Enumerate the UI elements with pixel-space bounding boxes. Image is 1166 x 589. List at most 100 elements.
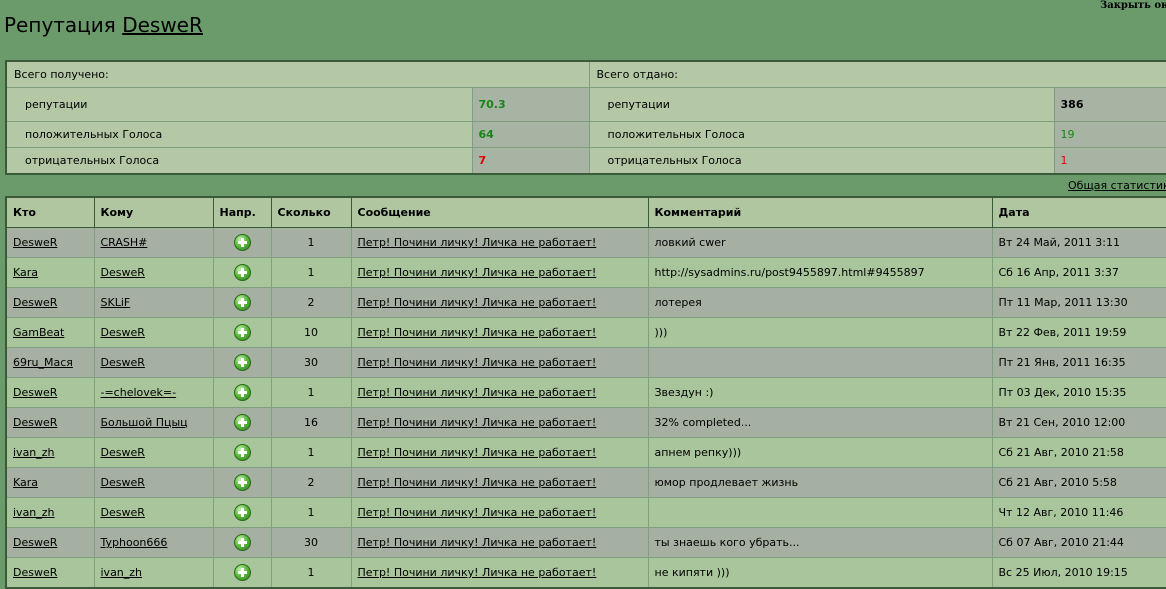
row-direction-cell [212, 407, 272, 438]
from-user-link[interactable]: Kara [13, 476, 38, 489]
row-direction-cell [212, 437, 272, 468]
to-user-link[interactable]: ivan_zh [101, 566, 143, 579]
from-user-link[interactable]: 69ru_Мася [13, 356, 73, 369]
row-message-cell: Петр! Почини личку! Личка не работает! [350, 317, 649, 348]
table-row: 69ru_Мася DesweR 30 Петр! Почини личку! Лич… [5, 347, 1166, 378]
from-user-link[interactable]: GamBeat [13, 326, 64, 339]
table-row: GamBeat DesweR 10 Петр! Почини личку! Личка… [5, 317, 1166, 348]
row-amount: 16 [270, 407, 352, 438]
general-stats-link[interactable]: Общая статистика [1068, 179, 1166, 192]
row-to-cell: DesweR [93, 317, 214, 348]
to-user-link[interactable]: DesweR [101, 446, 145, 459]
from-user-link[interactable]: DesweR [13, 296, 57, 309]
message-link[interactable]: Петр! Почини личку! Личка не работает! [358, 506, 597, 519]
row-to-cell: Typhoon666 [93, 527, 214, 558]
to-user-link[interactable]: DesweR [101, 506, 145, 519]
row-from-cell: Kara [5, 257, 95, 288]
row-to-cell: Большой Пцыц [93, 407, 214, 438]
from-user-link[interactable]: DesweR [13, 566, 57, 579]
row-from-cell: ivan_zh [5, 497, 95, 528]
from-user-link[interactable]: DesweR [13, 236, 57, 249]
given-header: Всего отдано: [588, 60, 1166, 88]
column-header-date[interactable]: Дата [991, 196, 1166, 228]
row-message-cell: Петр! Почини личку! Личка не работает! [350, 407, 649, 438]
row-message-cell: Петр! Почини личку! Личка не работает! [350, 437, 649, 468]
plus-icon [233, 534, 251, 551]
row-to-cell: CRASH# [93, 227, 214, 258]
received-reputation-label: репутации [5, 87, 473, 122]
message-link[interactable]: Петр! Почини личку! Личка не работает! [358, 416, 597, 429]
table-row: DesweR CRASH# 1 Петр! Почини личку! Личка н… [5, 227, 1166, 258]
row-comment [647, 347, 993, 378]
row-message-cell: Петр! Почини личку! Личка не работает! [350, 347, 649, 378]
given-negative-label: отрицательных Голоса [588, 147, 1055, 174]
to-user-link[interactable]: Большой Пцыц [101, 416, 188, 429]
message-link[interactable]: Петр! Почини личку! Личка не работает! [358, 536, 597, 549]
row-comment: Звездун :) [647, 377, 993, 408]
row-from-cell: GamBeat [5, 317, 95, 348]
row-amount: 1 [270, 497, 352, 528]
plus-icon [233, 504, 251, 521]
to-user-link[interactable]: -=chelovek=- [101, 386, 177, 399]
from-user-link[interactable]: DesweR [13, 416, 57, 429]
table-row: Kara DesweR 1 Петр! Почини личку! Личка не … [5, 257, 1166, 288]
row-comment: юмор продлевает жизнь [647, 467, 993, 498]
row-date: Пт 21 Янв, 2011 16:35 [991, 347, 1166, 378]
row-from-cell: DesweR [5, 377, 95, 408]
row-amount: 2 [270, 287, 352, 318]
row-direction-cell [212, 377, 272, 408]
row-from-cell: DesweR [5, 287, 95, 318]
column-header-comment[interactable]: Комментарий [647, 196, 993, 228]
from-user-link[interactable]: DesweR [13, 536, 57, 549]
table-row: DesweR Большой Пцыц 16 Петр! Почини личку! … [5, 407, 1166, 438]
profile-user-link[interactable]: DesweR [122, 13, 203, 37]
to-user-link[interactable]: DesweR [101, 356, 145, 369]
to-user-link[interactable]: Typhoon666 [101, 536, 168, 549]
page-title-prefix: Репутация [4, 13, 116, 37]
table-row: DesweR SKLiF 2 Петр! Почини личку! Личка не… [5, 287, 1166, 318]
row-from-cell: 69ru_Мася [5, 347, 95, 378]
table-row: DesweR Typhoon666 30 Петр! Почини личку! Ли… [5, 527, 1166, 558]
from-user-link[interactable]: DesweR [13, 386, 57, 399]
close-window-link[interactable]: Закрыть окно [1100, 0, 1166, 11]
row-message-cell: Петр! Почини личку! Личка не работает! [350, 287, 649, 318]
row-to-cell: DesweR [93, 257, 214, 288]
message-link[interactable]: Петр! Почини личку! Личка не работает! [358, 386, 597, 399]
from-user-link[interactable]: ivan_zh [13, 506, 55, 519]
message-link[interactable]: Петр! Почини личку! Личка не работает! [358, 566, 597, 579]
from-user-link[interactable]: Kara [13, 266, 38, 279]
to-user-link[interactable]: SKLiF [101, 296, 131, 309]
to-user-link[interactable]: CRASH# [101, 236, 148, 249]
message-link[interactable]: Петр! Почини личку! Личка не работает! [358, 476, 597, 489]
given-reputation-value: 386 [1053, 87, 1166, 122]
message-link[interactable]: Петр! Почини личку! Личка не работает! [358, 236, 597, 249]
column-header-message[interactable]: Сообщение [350, 196, 649, 228]
plus-icon [233, 264, 251, 281]
row-amount: 30 [270, 527, 352, 558]
message-link[interactable]: Петр! Почини личку! Личка не работает! [358, 266, 597, 279]
row-comment: апнем репку))) [647, 437, 993, 468]
column-header-amount[interactable]: Сколько [270, 196, 352, 228]
to-user-link[interactable]: DesweR [101, 266, 145, 279]
row-amount: 1 [270, 437, 352, 468]
from-user-link[interactable]: ivan_zh [13, 446, 55, 459]
plus-icon [233, 474, 251, 491]
row-from-cell: Kara [5, 467, 95, 498]
row-message-cell: Петр! Почини личку! Личка не работает! [350, 557, 649, 589]
table-row: DesweR ivan_zh 1 Петр! Почини личку! Личка … [5, 557, 1166, 589]
row-amount: 1 [270, 377, 352, 408]
given-positive-label: положительных Голоса [588, 121, 1055, 148]
message-link[interactable]: Петр! Почини личку! Личка не работает! [358, 446, 597, 459]
column-header-direction[interactable]: Напр. [212, 196, 272, 228]
row-direction-cell [212, 527, 272, 558]
message-link[interactable]: Петр! Почини личку! Личка не работает! [358, 356, 597, 369]
row-comment: лотерея [647, 287, 993, 318]
to-user-link[interactable]: DesweR [101, 476, 145, 489]
column-header-from[interactable]: Кто [5, 196, 95, 228]
row-comment: не кипяти ))) [647, 557, 993, 589]
to-user-link[interactable]: DesweR [101, 326, 145, 339]
plus-icon [233, 324, 251, 341]
message-link[interactable]: Петр! Почини личку! Личка не работает! [358, 326, 597, 339]
column-header-to[interactable]: Кому [93, 196, 214, 228]
message-link[interactable]: Петр! Почини личку! Личка не работает! [358, 296, 597, 309]
